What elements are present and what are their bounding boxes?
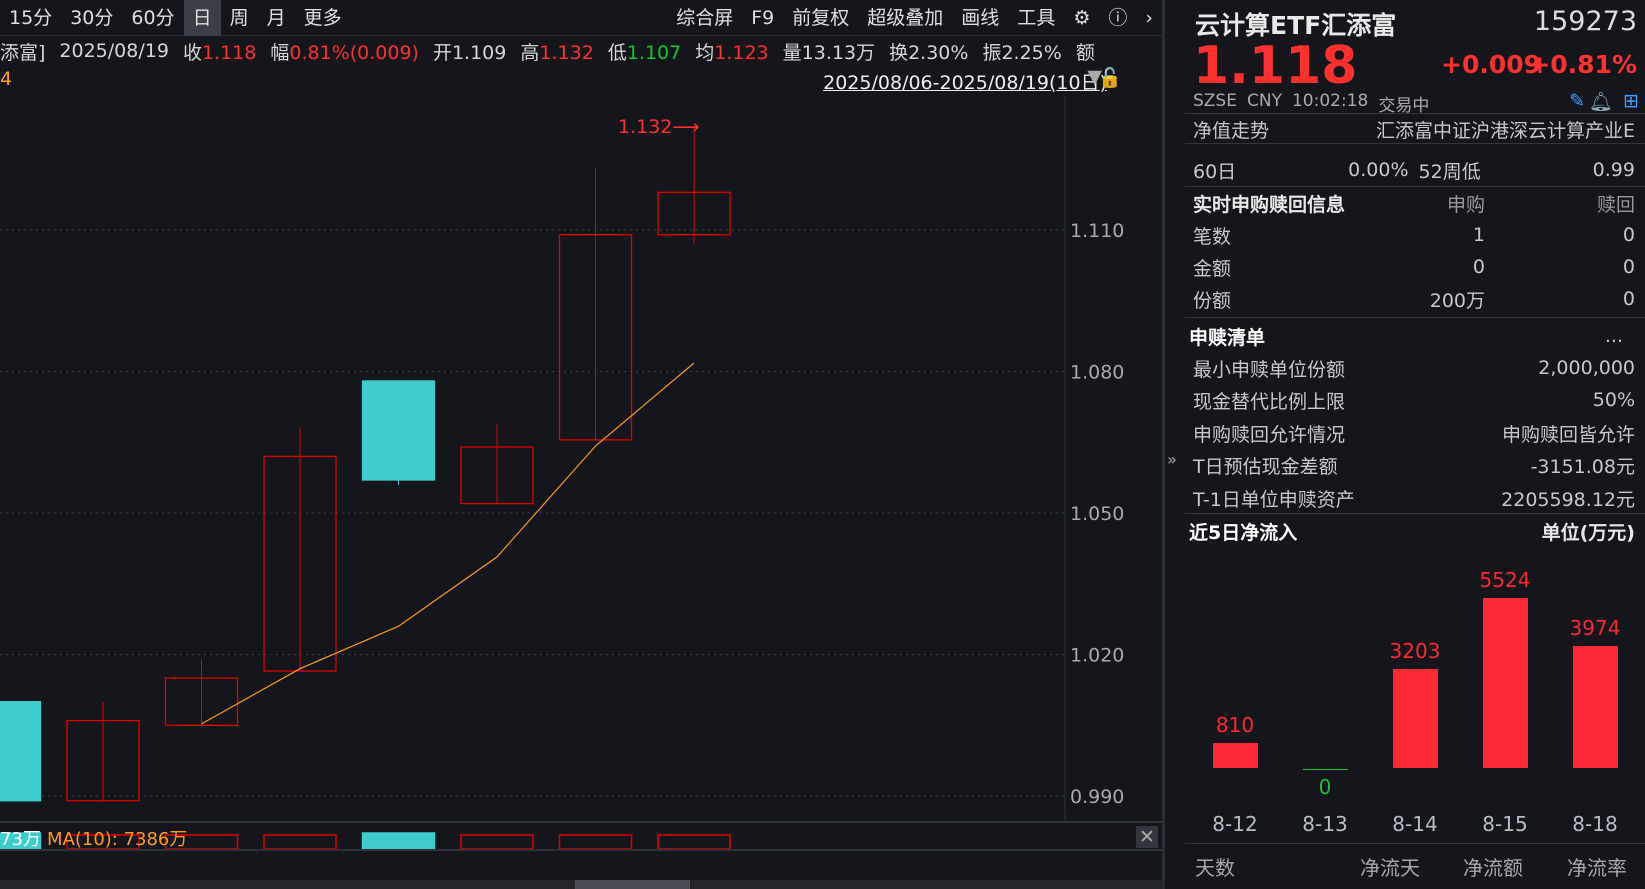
rt-label: 金额 [1193, 257, 1232, 280]
list-label: 最小申赎单位份额 [1193, 358, 1346, 381]
edit-icon[interactable]: ✎ [1569, 90, 1585, 112]
high-marker-label: 1.132⟶ [618, 116, 700, 138]
flow-title: 近5日净流入 [1189, 521, 1298, 544]
tab-net-rate[interactable]: 净流率 [1567, 852, 1627, 881]
list-value: -3151.08元 [1530, 455, 1635, 478]
list-label: 现金替代比例上限 [1193, 390, 1346, 413]
add-icon[interactable]: ⊞ [1623, 90, 1639, 112]
quote-panel: 云计算ETF汇添富 159273 1.118 +0.009 +0.81% SZS… [1162, 0, 1645, 889]
tab-net-amount[interactable]: 净流额 [1463, 852, 1523, 881]
inflow-bar [1213, 743, 1258, 768]
tab-net-days[interactable]: 净流天 [1360, 852, 1420, 881]
row-60d-value: 0.00% [1348, 159, 1409, 181]
candle-down [0, 701, 42, 802]
inflow-bar [1483, 598, 1528, 768]
nav-label[interactable]: 净值走势 [1193, 116, 1269, 143]
list-value: 2205598.12元 [1501, 488, 1635, 511]
tab-days[interactable]: 天数 [1195, 852, 1235, 881]
bell-icon[interactable]: 🔔︎ [1589, 90, 1613, 113]
rt-sub: 1 [1472, 224, 1485, 246]
volume-pane: 73万 MA(10): 7386万 ✕ [0, 821, 1162, 851]
list-value: 2,000,000 [1538, 357, 1635, 379]
inflow-date-label: 8-12 [1212, 812, 1258, 836]
list-label: T-1日单位申赎资产 [1193, 488, 1355, 511]
rt-red: 0 [1622, 288, 1635, 310]
y-tick-label: 1.080 [1070, 362, 1124, 384]
rt-sub: 200万 [1429, 289, 1485, 312]
inflow-value-label: 3974 [1569, 615, 1621, 640]
volume-ma-label: MA(10): 7386万 [47, 829, 188, 850]
rt-red: 0 [1622, 256, 1635, 278]
candlestick-chart[interactable]: 1.110 1.080 1.050 1.020 0.990 1.132⟶ [0, 0, 1162, 850]
inflow-value-label: 0 [1318, 775, 1332, 799]
flow-unit: 单位(万元) [1541, 521, 1635, 544]
rt-label: 份额 [1193, 289, 1232, 312]
expand-panel-icon[interactable]: » [1167, 450, 1177, 469]
price-change-pct: +0.81% [1529, 50, 1637, 79]
rt-sub: 0 [1472, 256, 1485, 278]
inflow-bar [1573, 645, 1618, 768]
rt-red: 0 [1622, 224, 1635, 246]
scrollbar[interactable] [0, 880, 1162, 889]
fund-full-name: 汇添富中证沪港深云计算产业E [1375, 119, 1635, 142]
list-value: 申购赎回皆允许 [1501, 423, 1635, 446]
inflow-value-label: 3203 [1389, 639, 1441, 664]
fund-code: 159273 [1533, 6, 1637, 37]
last-price: 1.118 [1193, 36, 1358, 96]
volume-value: 73万 [0, 829, 41, 850]
low52-value: 0.99 [1592, 159, 1635, 181]
realtime-title: 实时申购赎回信息 [1193, 193, 1346, 216]
kline-panel: 15分 30分 60分 日 周 月 更多 综合屏 F9 前复权 超级叠加 画线 … [0, 0, 1162, 889]
inflow-value-label: 810 [1215, 713, 1255, 738]
list-title: 申赎清单 [1189, 326, 1266, 349]
y-tick-label: 1.020 [1070, 645, 1124, 667]
y-tick-label: 1.110 [1070, 220, 1124, 242]
col-redeem: 赎回 [1596, 193, 1635, 216]
y-tick-label: 1.050 [1070, 503, 1124, 525]
inflow-date-label: 8-18 [1572, 812, 1618, 836]
low52-label: 52周低 [1418, 160, 1481, 183]
inflow-value-label: 5524 [1479, 568, 1531, 592]
list-value: 50% [1592, 389, 1635, 411]
close-icon[interactable]: ✕ [1136, 826, 1158, 848]
price-change: +0.009 [1441, 50, 1542, 79]
rt-label: 笔数 [1193, 225, 1232, 248]
y-tick-label: 0.990 [1070, 786, 1124, 808]
list-label: 申购赎回允许情况 [1193, 423, 1346, 446]
inflow-date-label: 8-14 [1392, 812, 1438, 836]
more-button[interactable]: ... [1605, 325, 1623, 347]
inflow-date-label: 8-15 [1482, 812, 1528, 836]
candle-down [361, 380, 436, 481]
inflow-bar [1393, 669, 1438, 768]
ma-line [201, 362, 695, 725]
row-60d-label: 60日 [1193, 160, 1237, 183]
inflow-date-label: 8-13 [1302, 812, 1348, 836]
list-label: T日预估现金差额 [1193, 455, 1338, 478]
col-subscribe: 申购 [1446, 193, 1485, 216]
inflow-bar [1303, 769, 1348, 770]
scrollbar-thumb[interactable] [575, 880, 690, 889]
